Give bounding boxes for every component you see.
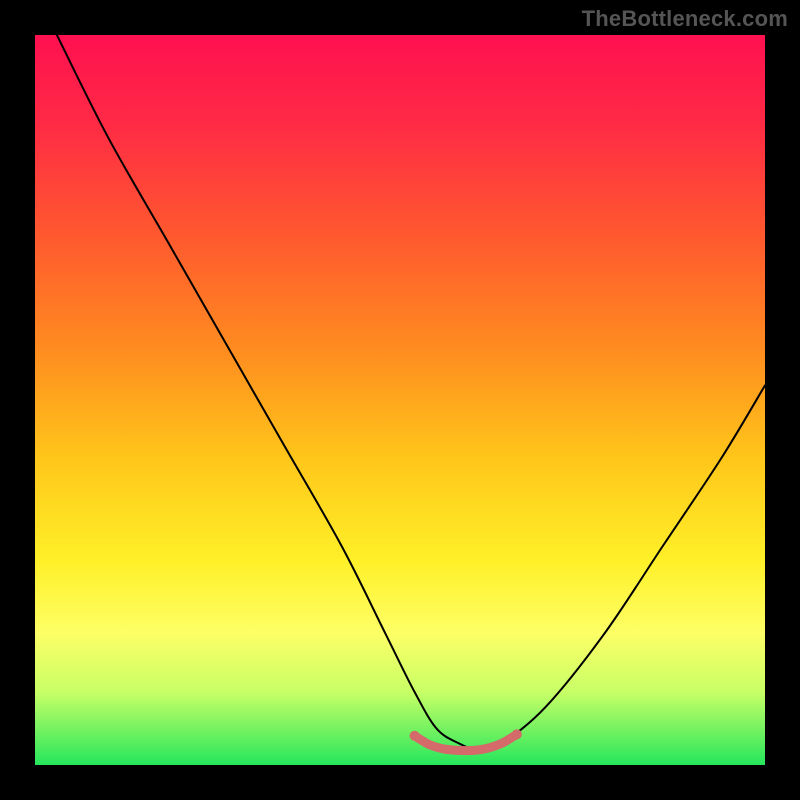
plot-area [35, 35, 765, 765]
curve-layer [35, 35, 765, 765]
chart-frame: TheBottleneck.com [0, 0, 800, 800]
range-dot-right [512, 729, 522, 739]
main-curve [57, 35, 765, 750]
tolerance-band [415, 734, 517, 750]
watermark-text: TheBottleneck.com [582, 6, 788, 32]
range-dot-left [410, 731, 420, 741]
